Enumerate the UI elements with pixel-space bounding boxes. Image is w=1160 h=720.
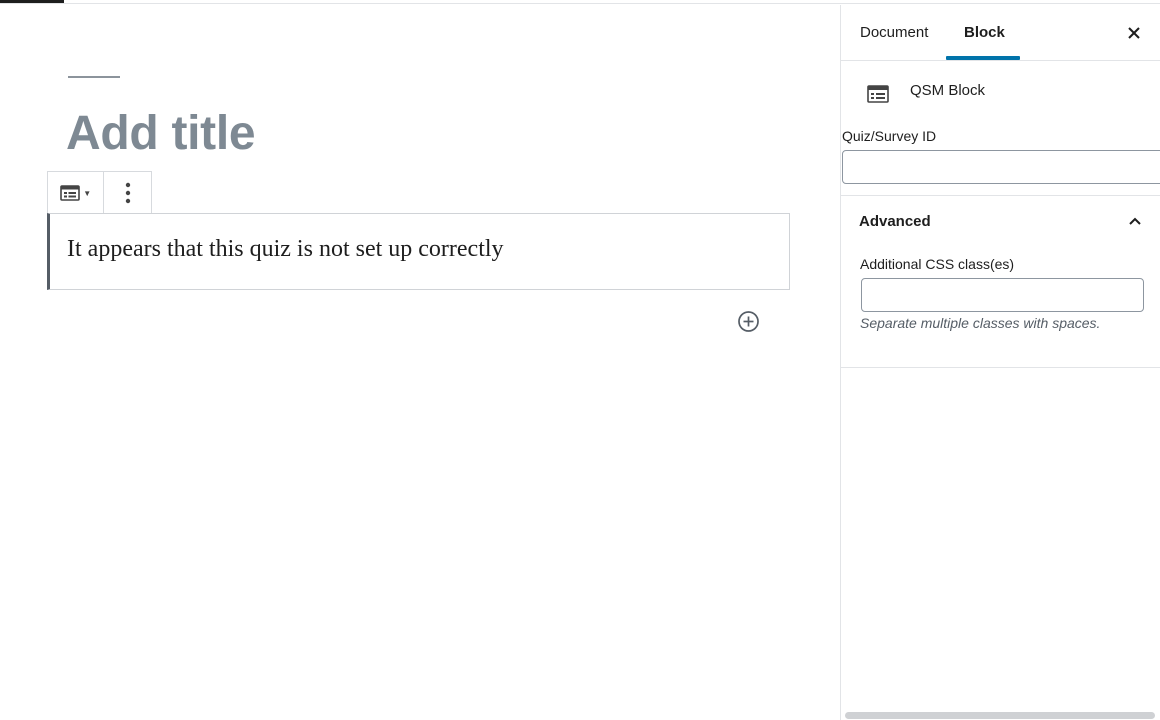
tab-document[interactable]: Document [860,5,928,61]
css-class-input[interactable] [861,278,1144,312]
advanced-panel-toggle[interactable]: Advanced [841,196,1160,246]
tab-block[interactable]: Block [964,5,1005,61]
settings-sidebar: Document Block QSM Block Quiz/Survey ID … [840,5,1160,720]
more-options-button[interactable] [104,172,151,214]
active-tab-indicator [946,56,1020,60]
close-icon [1128,27,1140,39]
block-card-title: QSM Block [910,82,986,99]
sidebar-header: Document Block [841,5,1160,61]
horizontal-scrollbar[interactable] [845,712,1155,719]
block-toolbar: ▼ [47,171,152,214]
close-sidebar-button[interactable] [1124,23,1144,43]
block-message: It appears that this quiz is not set up … [67,236,504,262]
more-vertical-icon [125,182,130,204]
advanced-panel-title: Advanced [859,213,931,230]
block-inserter-button[interactable] [737,310,760,333]
block-switcher-button[interactable]: ▼ [48,172,105,214]
chevron-up-icon [1129,217,1141,225]
add-circle-icon [738,311,759,332]
qsm-block[interactable]: It appears that this quiz is not set up … [47,213,790,290]
css-class-help: Separate multiple classes with spaces. [860,315,1101,331]
editor-canvas: Add title ▼ It appears that this quiz is… [0,5,840,720]
form-block-icon [867,85,889,103]
quiz-id-input[interactable] [842,150,1160,184]
top-bar-marker [0,0,64,3]
top-bar-edge [0,0,1160,4]
css-class-label: Additional CSS class(es) [860,256,1015,272]
quiz-id-label: Quiz/Survey ID [842,128,937,144]
chevron-down-icon: ▼ [83,188,92,198]
post-title-placeholder[interactable]: Add title [66,106,256,161]
panel-divider [841,367,1160,368]
form-block-icon [60,185,81,201]
title-rule [68,76,120,78]
